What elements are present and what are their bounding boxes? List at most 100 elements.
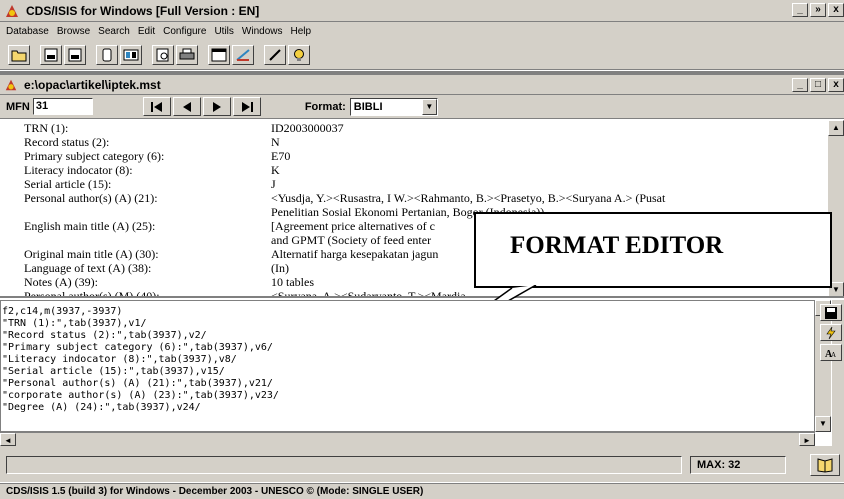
callout-label: FORMAT EDITOR bbox=[510, 232, 724, 259]
field-label: English main title (A) (25): bbox=[24, 219, 156, 233]
app-title: CDS/ISIS for Windows [Full Version : EN] bbox=[26, 3, 260, 18]
scroll-left-icon[interactable]: ◄ bbox=[0, 433, 16, 446]
menu-help[interactable]: Help bbox=[286, 26, 315, 37]
dictionary-button[interactable] bbox=[810, 454, 840, 476]
font-button[interactable]: AA bbox=[820, 344, 842, 361]
menu-search[interactable]: Search bbox=[94, 26, 134, 37]
field-value: <Yusdja, Y.><Rusastra, I W.><Rahmanto, B… bbox=[271, 191, 666, 205]
field-label: Literacy indocator (8): bbox=[24, 163, 133, 177]
field-label: Record status (2): bbox=[24, 135, 110, 149]
doc-maximize-button[interactable]: □ bbox=[810, 78, 826, 92]
save-format-button[interactable] bbox=[820, 304, 842, 321]
format-selected-value: BIBLI bbox=[353, 100, 383, 113]
pencil-ruler-icon bbox=[236, 48, 250, 61]
field-value: (In) bbox=[271, 261, 289, 275]
book-icon bbox=[817, 458, 833, 473]
apply-format-button[interactable] bbox=[820, 324, 842, 341]
editor-line: "corporate author(s) (A) (23):",tab(3937… bbox=[2, 390, 279, 401]
app-title-bar[interactable]: CDS/ISIS for Windows [Full Version : EN]… bbox=[0, 0, 844, 22]
copy-icon bbox=[102, 48, 112, 61]
hint-button[interactable] bbox=[288, 44, 310, 65]
next-record-button[interactable] bbox=[202, 97, 231, 116]
maximize-button[interactable]: » bbox=[810, 3, 826, 17]
field-value-continued: and GPMT (Society of feed enter bbox=[271, 233, 432, 247]
field-label: Original main title (A) (30): bbox=[24, 247, 159, 261]
main-toolbar bbox=[0, 40, 844, 70]
close-button[interactable]: x bbox=[828, 3, 844, 17]
bottom-panel: MAX: 32 bbox=[0, 446, 844, 482]
txt-export-icon bbox=[44, 48, 58, 61]
field-value: ID2003000037 bbox=[271, 121, 344, 135]
rtf-export-button[interactable] bbox=[64, 44, 86, 65]
preview-icon bbox=[156, 48, 169, 61]
format-select[interactable]: BIBLI ▼ bbox=[349, 97, 438, 116]
print-button[interactable] bbox=[176, 44, 198, 65]
document-title: e:\opac\artikel\iptek.mst bbox=[24, 77, 161, 92]
previous-record-button[interactable] bbox=[172, 97, 201, 116]
window-button[interactable] bbox=[208, 44, 230, 65]
copy-button[interactable] bbox=[96, 44, 118, 65]
menu-database[interactable]: Database bbox=[2, 26, 53, 37]
editor-line: "TRN (1):",tab(3937),v1/ bbox=[2, 318, 147, 329]
editor-side-tools bbox=[832, 300, 844, 446]
first-record-button[interactable] bbox=[142, 97, 171, 116]
open-database-button[interactable] bbox=[8, 44, 30, 65]
edit-button[interactable] bbox=[264, 44, 286, 65]
editor-horizontal-scrollbar[interactable]: ◄ ► bbox=[0, 432, 815, 446]
database-button[interactable] bbox=[120, 44, 142, 65]
field-value: J bbox=[271, 177, 276, 191]
print-preview-button[interactable] bbox=[152, 44, 174, 65]
previous-icon bbox=[182, 101, 191, 112]
editor-line: "Serial article (15):",tab(3937),v15/ bbox=[2, 366, 225, 377]
status-bar: CDS/ISIS 1.5 (build 3) for Windows - Dec… bbox=[0, 483, 844, 499]
txt-export-button[interactable] bbox=[40, 44, 62, 65]
format-tool-button[interactable] bbox=[232, 44, 254, 65]
field-label: Primary subject category (6): bbox=[24, 149, 165, 163]
editor-line: "Personal author(s) (A) (21):",tab(3937)… bbox=[2, 378, 273, 389]
cds-isis-logo-icon bbox=[6, 4, 18, 17]
pencil-icon bbox=[269, 48, 281, 61]
field-value: E70 bbox=[271, 149, 291, 163]
menu-browse[interactable]: Browse bbox=[53, 26, 94, 37]
scroll-right-icon[interactable]: ► bbox=[799, 433, 815, 446]
field-value: [Agreement price alternatives of c bbox=[271, 219, 435, 233]
print-icon bbox=[179, 48, 195, 59]
field-label: Serial article (15): bbox=[24, 177, 112, 191]
field-label: Personal author(s) (A) (21): bbox=[24, 191, 158, 205]
minimize-button[interactable]: _ bbox=[792, 3, 808, 17]
scroll-up-icon[interactable]: ▲ bbox=[828, 120, 844, 136]
database-window-icon bbox=[5, 79, 17, 90]
floppy-disk-icon bbox=[825, 306, 837, 319]
lightning-icon bbox=[826, 326, 836, 339]
message-field[interactable] bbox=[6, 456, 682, 474]
scroll-down-icon[interactable]: ▼ bbox=[815, 416, 831, 432]
window-icon bbox=[211, 48, 227, 61]
menu-edit[interactable]: Edit bbox=[134, 26, 159, 37]
field-value: N bbox=[271, 135, 280, 149]
field-label: Notes (A) (39): bbox=[24, 275, 98, 289]
record-navigation-bar: MFN 31 Format: BIBLI ▼ bbox=[0, 95, 844, 119]
field-label: Personal author(s) (M) (40): bbox=[24, 289, 160, 298]
svg-text:A: A bbox=[831, 351, 836, 359]
doc-minimize-button[interactable]: _ bbox=[792, 78, 808, 92]
editor-line: "Degree (A) (24):",tab(3937),v24/ bbox=[2, 402, 201, 413]
format-editor[interactable]: f2,c14,m(3937,-3937) "TRN (1):",tab(3937… bbox=[0, 300, 815, 432]
last-icon bbox=[241, 101, 253, 112]
editor-line: f2,c14,m(3937,-3937) bbox=[2, 306, 123, 317]
mfn-label: MFN bbox=[6, 100, 30, 113]
editor-line: "Record status (2):",tab(3937),v2/ bbox=[2, 330, 207, 341]
mfn-input[interactable]: 31 bbox=[32, 98, 93, 115]
font-icon: AA bbox=[825, 349, 836, 360]
document-title-bar[interactable]: e:\opac\artikel\iptek.mst _ □ x bbox=[0, 75, 844, 95]
field-value: Alternatif harga kesepakatan jagun bbox=[271, 247, 439, 261]
field-value: K bbox=[271, 163, 280, 177]
menu-configure[interactable]: Configure bbox=[159, 26, 210, 37]
format-label: Format: bbox=[304, 100, 346, 113]
menu-bar: Database Browse Search Edit Configure Ut… bbox=[0, 22, 844, 40]
last-record-button[interactable] bbox=[232, 97, 261, 116]
menu-utils[interactable]: Utils bbox=[210, 26, 237, 37]
chevron-down-icon[interactable]: ▼ bbox=[421, 98, 437, 115]
menu-windows[interactable]: Windows bbox=[238, 26, 287, 37]
next-icon bbox=[212, 101, 221, 112]
doc-close-button[interactable]: x bbox=[828, 78, 844, 92]
